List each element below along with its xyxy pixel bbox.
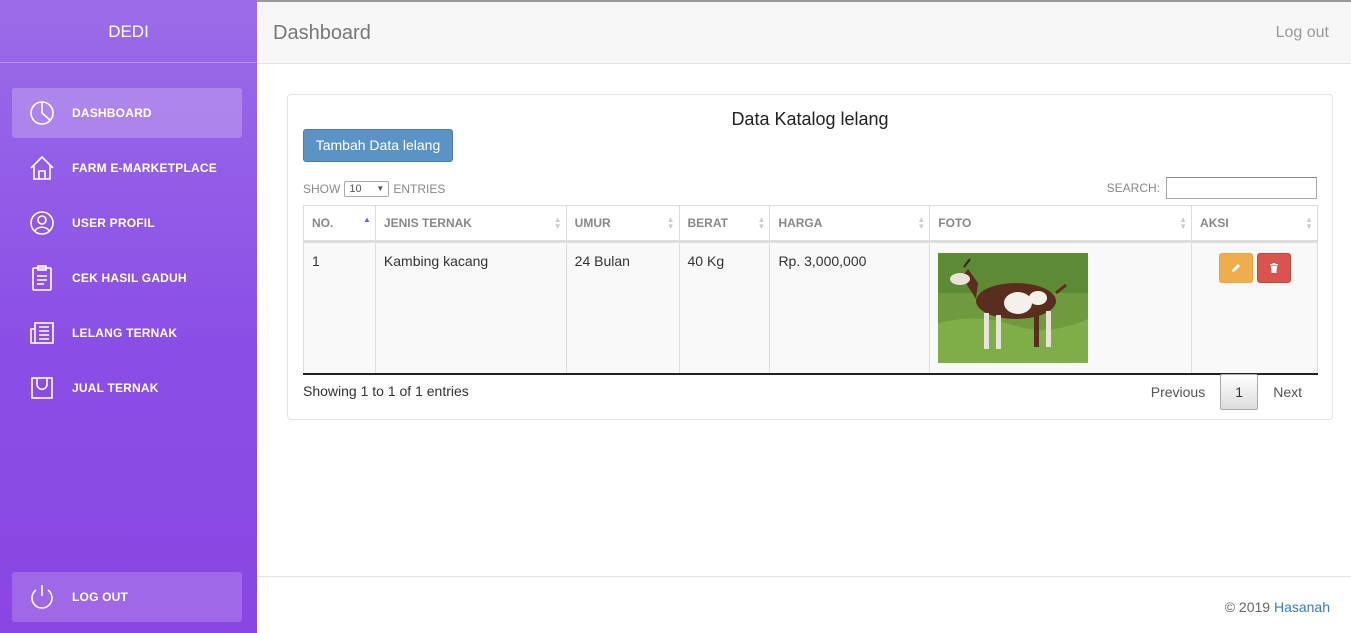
table-header-row: NO. ▲ JENIS TERNAK ▲ ▼ UMUR ▲ ▼ BERAT ▲ ▼ H… bbox=[303, 205, 1318, 243]
footer-copyright-text: © 2019 bbox=[1224, 599, 1274, 615]
table-info: Showing 1 to 1 of 1 entries bbox=[303, 383, 469, 399]
user-icon bbox=[12, 209, 72, 237]
sort-both-icon: ▲ ▼ bbox=[1179, 215, 1188, 231]
sort-both-icon: ▲ ▼ bbox=[666, 215, 675, 231]
search-control: SEARCH: bbox=[1107, 177, 1317, 199]
column-header-foto[interactable]: FOTO ▲ ▼ bbox=[929, 205, 1193, 243]
sidebar-item-label: DASHBOARD bbox=[72, 106, 152, 120]
sidebar-item-label: FARM E-MARKETPLACE bbox=[72, 161, 217, 175]
card-title: Data Katalog lelang bbox=[731, 109, 889, 129]
goat-photo bbox=[938, 253, 1089, 363]
column-header-label: NO. bbox=[312, 216, 334, 230]
pagination: Previous 1 Next bbox=[1136, 374, 1317, 410]
search-label: SEARCH: bbox=[1106, 181, 1160, 195]
trash-icon bbox=[1269, 263, 1278, 273]
pie-chart-icon bbox=[12, 99, 72, 127]
bag-icon bbox=[12, 374, 72, 402]
sort-both-icon: ▲ ▼ bbox=[757, 215, 766, 231]
search-input[interactable] bbox=[1166, 177, 1317, 199]
footer-copyright: © 2019 Hasanah bbox=[1225, 599, 1330, 615]
power-icon bbox=[12, 583, 72, 611]
sidebar-item-label: LELANG TERNAK bbox=[72, 326, 178, 340]
column-header-no[interactable]: NO. ▲ bbox=[303, 205, 376, 243]
catalog-card: Data Katalog lelang Tambah Data lelang S… bbox=[287, 94, 1333, 420]
sidebar: DEDI DASHBOARD FARM E-MARKETPLACE USER P… bbox=[0, 0, 257, 633]
sidebar-item-lelang-ternak[interactable]: LELANG TERNAK bbox=[12, 308, 242, 358]
column-header-label: UMUR bbox=[574, 216, 611, 230]
brand-name[interactable]: DEDI bbox=[0, 0, 257, 63]
column-header-umur[interactable]: UMUR ▲ ▼ bbox=[565, 205, 680, 243]
sidebar-item-dashboard[interactable]: DASHBOARD bbox=[12, 88, 242, 138]
cell-berat: 40 Kg bbox=[678, 241, 771, 375]
caret-down-icon: ▼ bbox=[376, 184, 385, 193]
sort-both-icon: ▲ ▼ bbox=[553, 215, 562, 231]
sidebar-item-farm-e-marketplace[interactable]: FARM E-MARKETPLACE bbox=[12, 143, 242, 193]
newspaper-icon bbox=[12, 319, 72, 347]
footer: © 2019 Hasanah bbox=[257, 576, 1351, 633]
sort-asc-icon: ▲ bbox=[363, 215, 371, 224]
sidebar-item-cek-hasil-gaduh[interactable]: CEK HASIL GADUH bbox=[12, 253, 242, 303]
page-title: Dashboard bbox=[273, 22, 371, 44]
previous-page-button[interactable]: Previous bbox=[1136, 384, 1220, 400]
delete-button[interactable] bbox=[1256, 253, 1291, 283]
cell-umur: 24 Bulan bbox=[565, 241, 680, 375]
sort-both-icon: ▲ ▼ bbox=[917, 215, 926, 231]
home-icon bbox=[12, 154, 72, 182]
sort-both-icon: ▲ ▼ bbox=[1305, 215, 1313, 231]
add-lelang-button[interactable]: Tambah Data lelang bbox=[303, 129, 453, 162]
cell-harga: Rp. 3,000,000 bbox=[769, 241, 931, 375]
entries-select[interactable]: 10 ▼ bbox=[344, 181, 390, 197]
next-page-button[interactable]: Next bbox=[1258, 384, 1317, 400]
column-header-label: HARGA bbox=[778, 216, 823, 230]
sidebar-item-label: CEK HASIL GADUH bbox=[72, 271, 187, 285]
footer-author-link[interactable]: Hasanah bbox=[1274, 599, 1330, 615]
column-header-jenis-ternak[interactable]: JENIS TERNAK ▲ ▼ bbox=[374, 205, 567, 243]
sidebar-logout-button[interactable]: LOG OUT bbox=[12, 572, 242, 622]
column-header-label: FOTO bbox=[938, 216, 972, 230]
cell-foto bbox=[929, 241, 1193, 375]
table-row: 1 Kambing kacang 24 Bulan 40 Kg Rp. 3,00… bbox=[303, 241, 1318, 375]
cell-jenis-ternak: Kambing kacang bbox=[374, 241, 567, 375]
sidebar-logout-label: LOG OUT bbox=[72, 590, 129, 604]
length-prefix: SHOW bbox=[303, 182, 341, 196]
column-header-label: JENIS TERNAK bbox=[383, 216, 472, 230]
sidebar-item-label: JUAL TERNAK bbox=[72, 381, 159, 395]
sidebar-item-user-profil[interactable]: USER PROFIL bbox=[12, 198, 242, 248]
entries-select-value: 10 bbox=[349, 183, 362, 195]
cell-no: 1 bbox=[303, 241, 376, 375]
column-header-harga[interactable]: HARGA ▲ ▼ bbox=[769, 205, 931, 243]
sidebar-item-jual-ternak[interactable]: JUAL TERNAK bbox=[12, 363, 242, 413]
column-header-label: AKSI bbox=[1200, 216, 1229, 230]
catalog-table: NO. ▲ JENIS TERNAK ▲ ▼ UMUR ▲ ▼ BERAT ▲ ▼ H… bbox=[303, 205, 1318, 375]
sidebar-item-label: USER PROFIL bbox=[72, 216, 155, 230]
clipboard-icon bbox=[12, 264, 72, 292]
column-header-aksi[interactable]: AKSI ▲ ▼ bbox=[1191, 205, 1318, 243]
topbar: Dashboard Log out bbox=[257, 0, 1351, 64]
page-1-button[interactable]: 1 bbox=[1220, 374, 1259, 410]
action-buttons bbox=[1200, 253, 1309, 283]
top-logout-link[interactable]: Log out bbox=[1276, 24, 1329, 42]
column-header-berat[interactable]: BERAT ▲ ▼ bbox=[678, 205, 771, 243]
entries-length-control: SHOW 10 ▼ ENTRIES bbox=[303, 181, 445, 197]
pencil-icon bbox=[1231, 264, 1240, 272]
sidebar-nav: DASHBOARD FARM E-MARKETPLACE USER PROFIL… bbox=[0, 88, 257, 413]
edit-button[interactable] bbox=[1218, 253, 1253, 283]
cell-aksi bbox=[1191, 241, 1318, 375]
length-suffix: ENTRIES bbox=[393, 182, 446, 196]
column-header-label: BERAT bbox=[687, 216, 728, 230]
